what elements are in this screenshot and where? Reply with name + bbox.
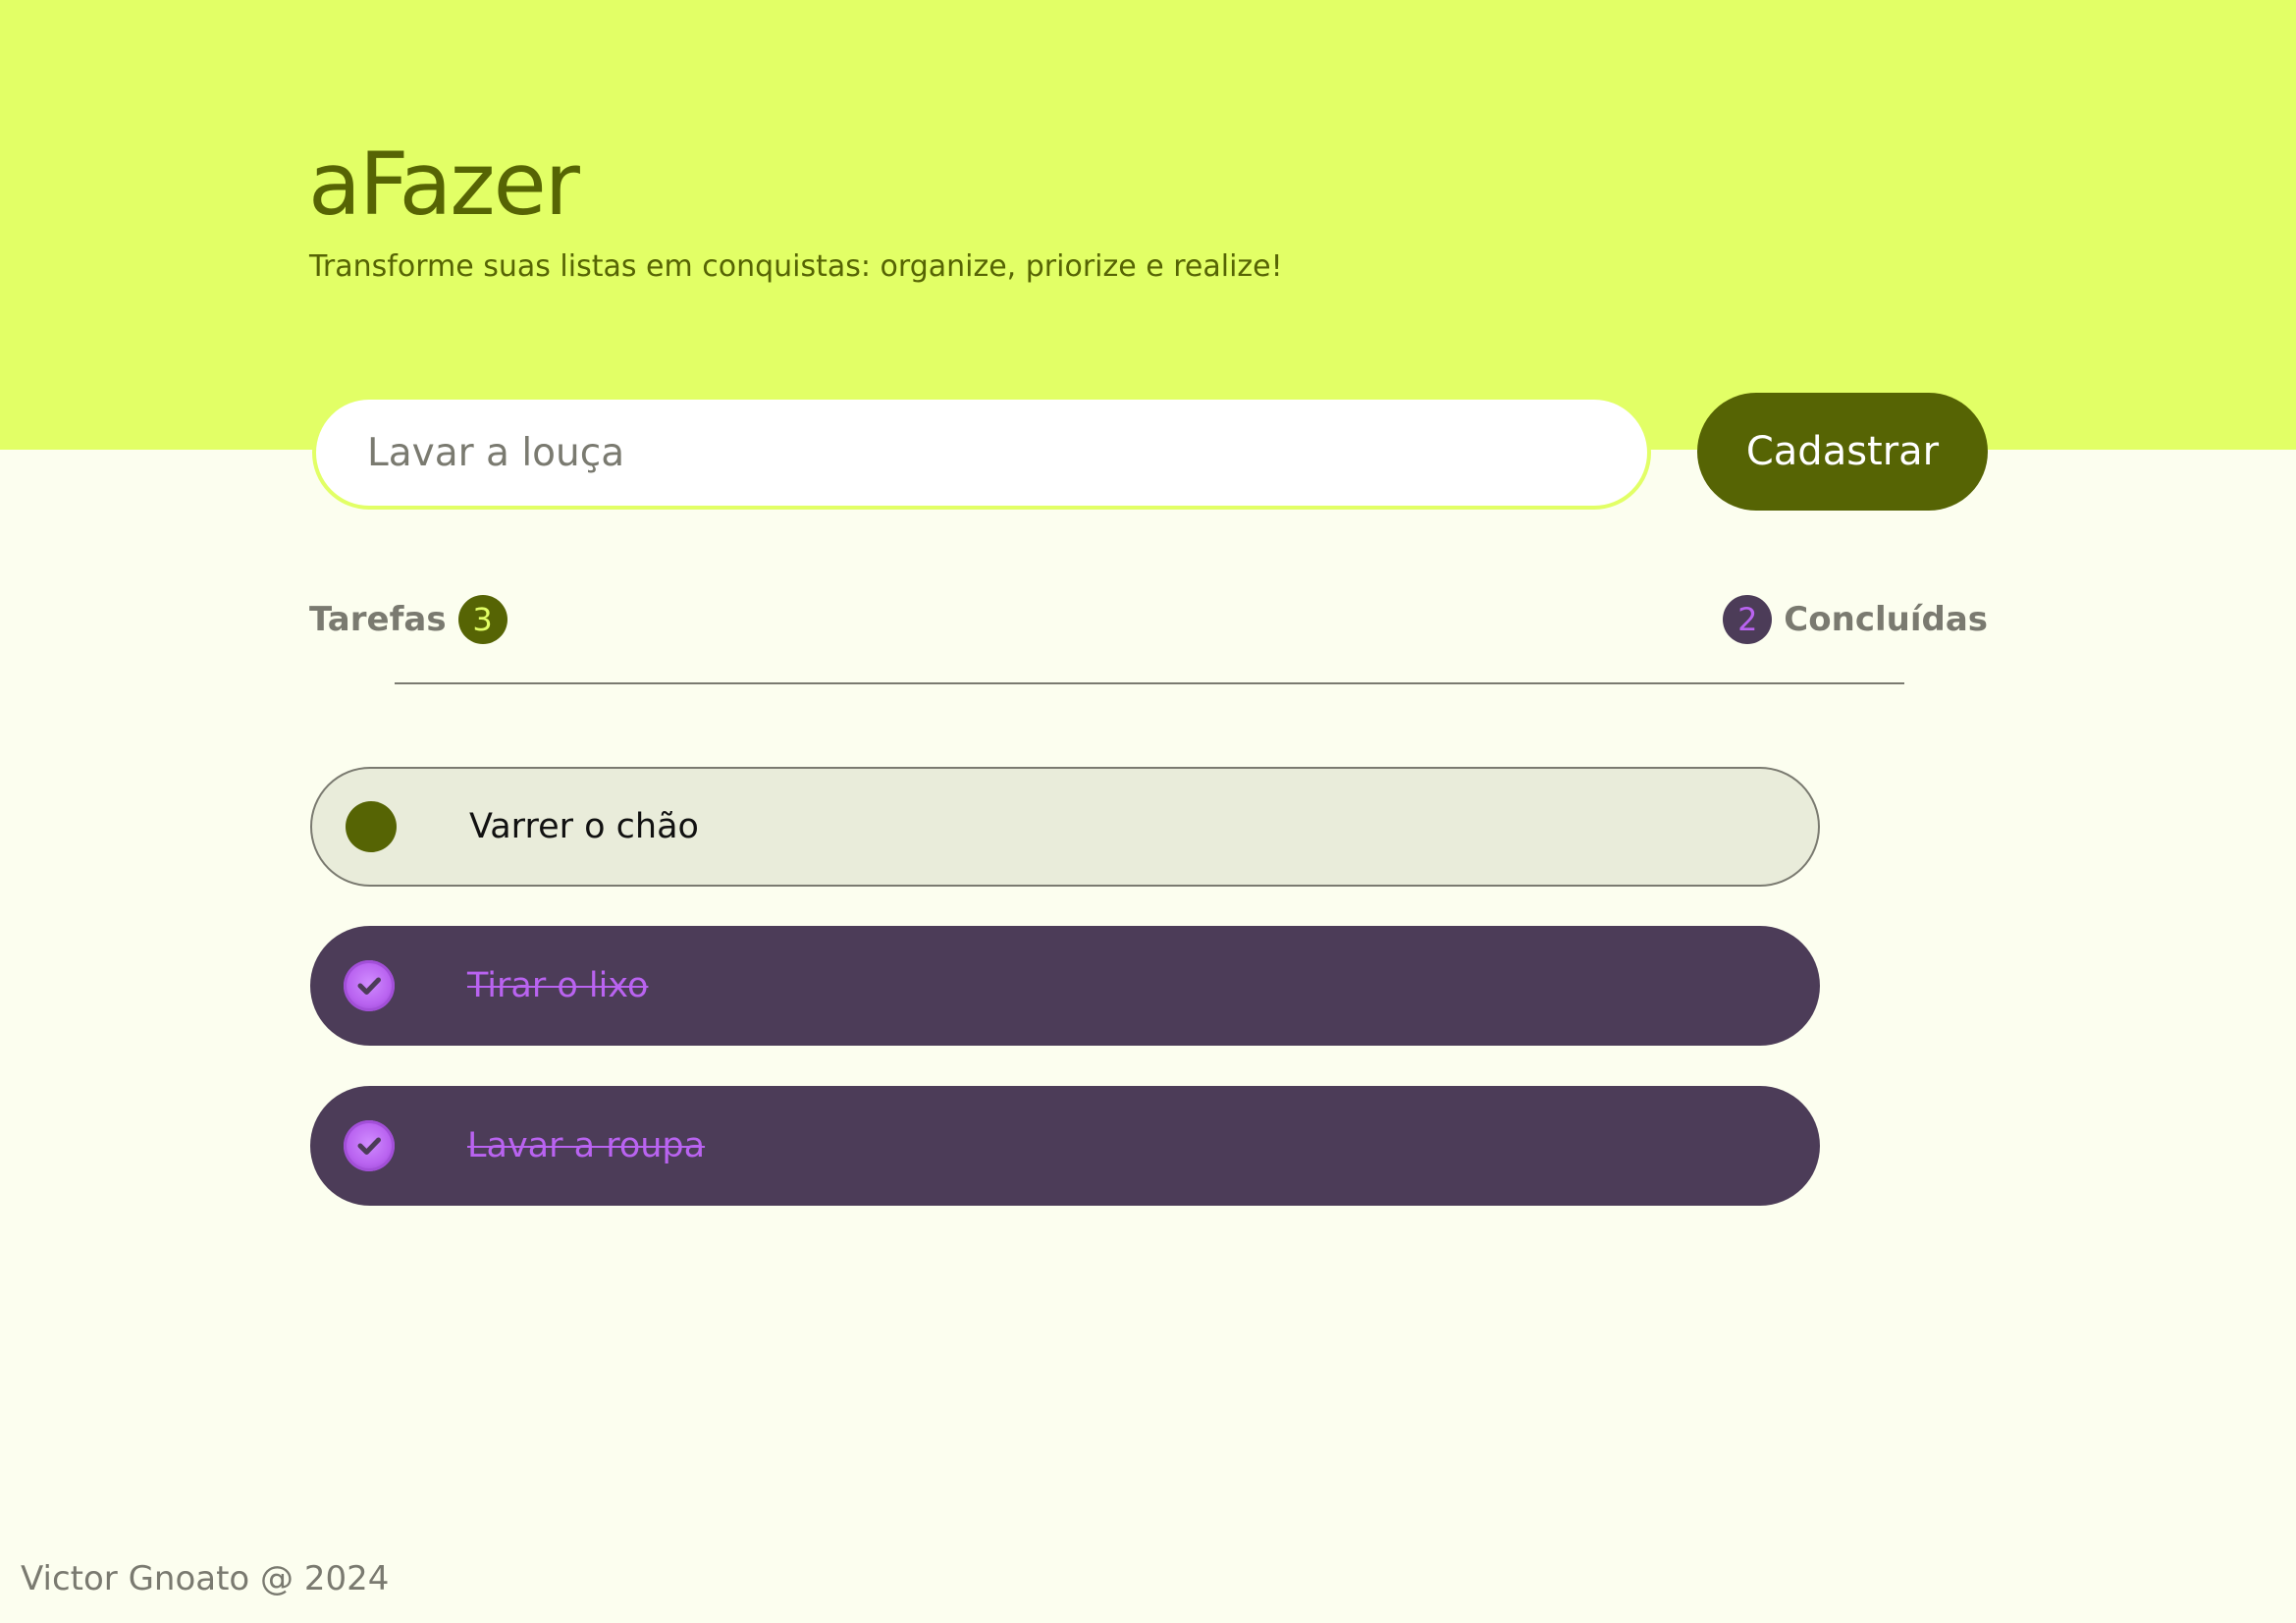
app-subtitle: Transforme suas listas em conquistas: or… [309,249,1283,284]
done-counter-label: Concluídas [1784,600,1988,639]
circle-icon[interactable] [346,801,397,852]
task-label: Tirar o lixo [467,966,649,1005]
task-item-done[interactable]: Tirar o lixo [310,926,1820,1046]
task-label: Varrer o chão [469,807,699,846]
divider [395,682,1904,684]
task-item-done[interactable]: Lavar a roupa [310,1086,1820,1206]
new-task-input[interactable] [312,396,1651,510]
app-title: aFazer [308,134,580,235]
check-circle-icon[interactable] [344,1120,395,1171]
task-item-pending[interactable]: Varrer o chão [310,767,1820,887]
task-label: Lavar a roupa [467,1126,706,1165]
tasks-count-badge: 3 [457,595,507,644]
check-circle-icon[interactable] [344,960,395,1011]
done-count-badge: 2 [1723,595,1773,644]
tasks-counter-label: Tarefas [309,600,447,639]
footer-credit: Victor Gnoato @ 2024 [21,1559,390,1598]
done-counter: 2 Concluídas [1723,595,1988,644]
tasks-counter: Tarefas 3 [309,595,507,644]
add-task-button[interactable]: Cadastrar [1697,393,1988,511]
